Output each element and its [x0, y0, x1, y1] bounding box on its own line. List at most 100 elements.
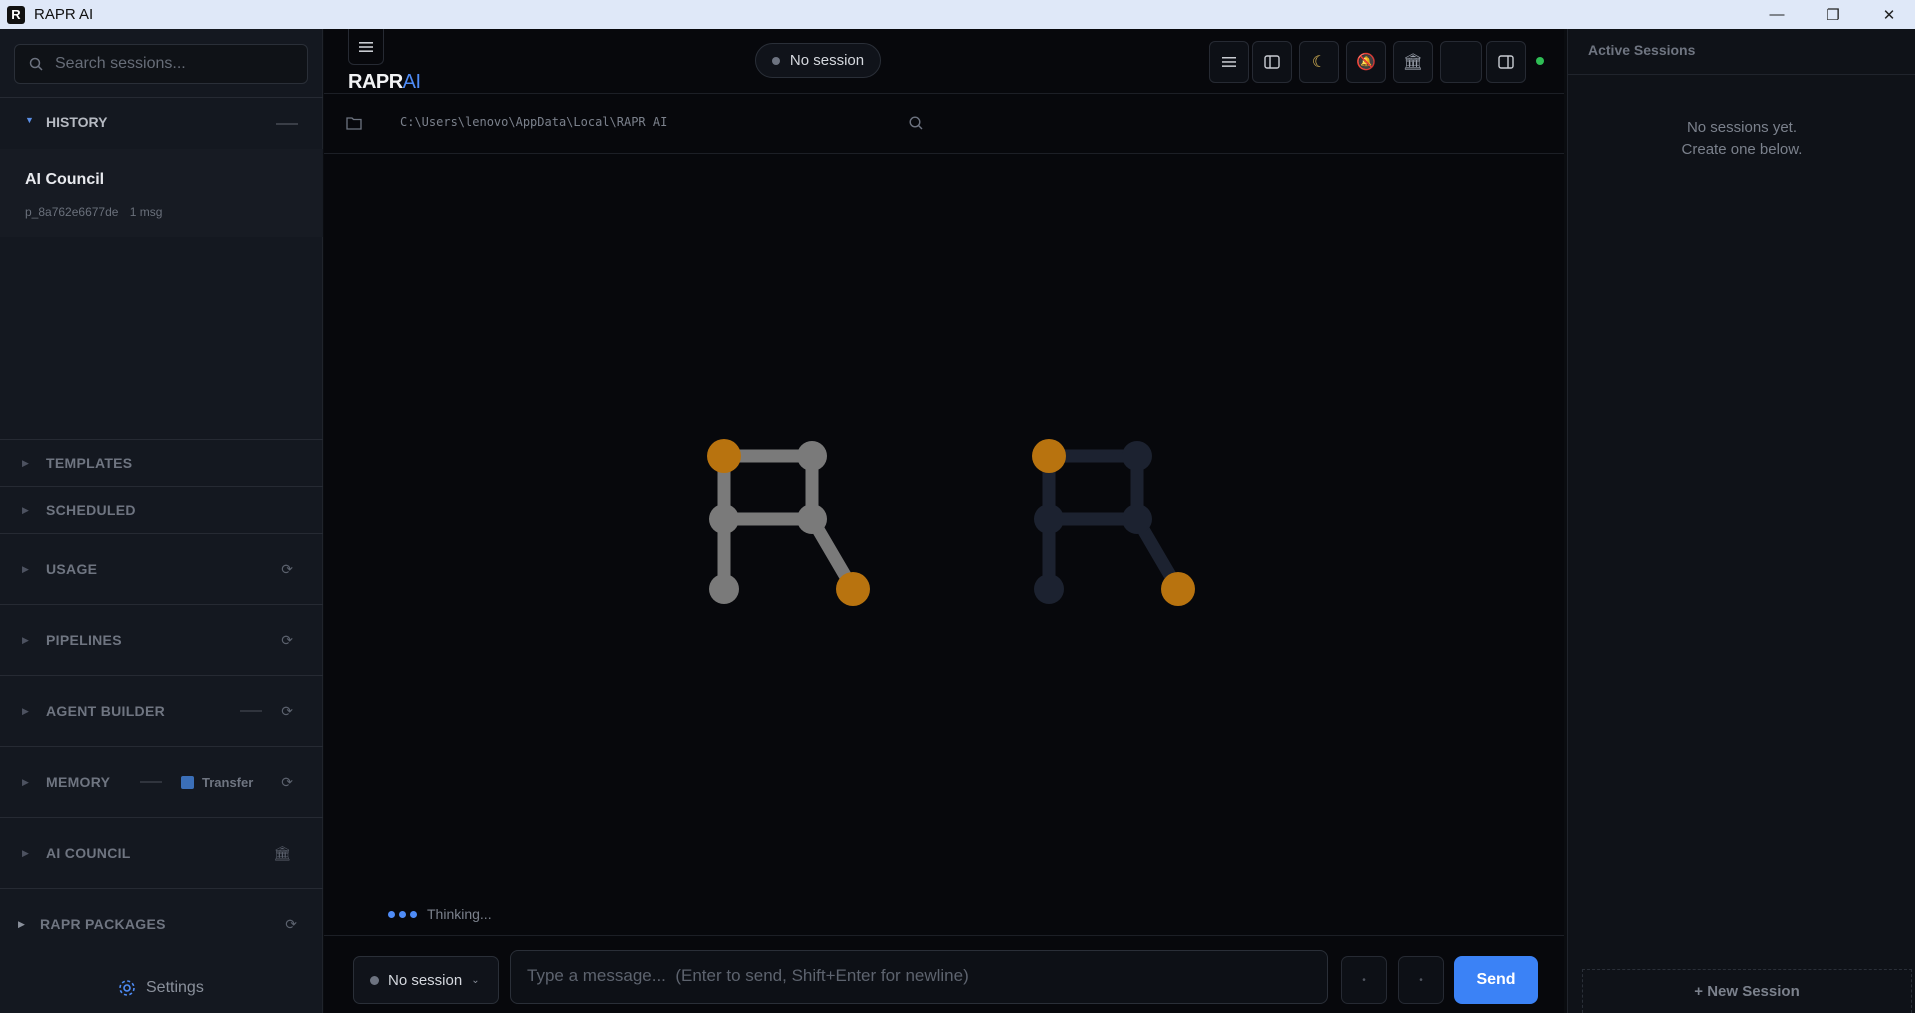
left-panel-toggle-button[interactable] — [1252, 41, 1292, 83]
caret-right-icon: ▶ — [22, 634, 29, 645]
transfer-button[interactable]: Transfer — [181, 775, 253, 790]
section-label: TEMPLATES — [46, 455, 133, 471]
collapse-icon[interactable] — [140, 781, 162, 783]
refresh-icon[interactable]: ⟳ — [281, 774, 293, 791]
message-box[interactable] — [510, 950, 1328, 1004]
logo-graph-dark — [1042, 449, 1185, 596]
window-titlebar: R RAPR AI — ❐ ✕ — [0, 0, 1915, 29]
dot-icon — [410, 910, 417, 918]
refresh-icon[interactable]: ⟳ — [285, 916, 297, 933]
thinking-indicator: Thinking... — [388, 906, 492, 922]
history-item-meta: p_8a762e6677de 1 msg — [25, 205, 162, 219]
message-input[interactable] — [527, 966, 1307, 986]
loading-animation — [324, 155, 1564, 785]
logo-main: RAPR — [348, 71, 403, 93]
history-section-header[interactable]: ▼ HISTORY — [0, 97, 323, 149]
refresh-icon[interactable]: ⟳ — [281, 632, 293, 649]
sidebar: ▼ HISTORY AI Council p_8a762e6677de 1 ms… — [0, 29, 323, 1013]
window-title: RAPR AI — [34, 6, 94, 23]
sidebar-section-templates[interactable]: ▶ TEMPLATES — [0, 439, 323, 486]
attach-button[interactable]: • — [1341, 956, 1387, 1004]
sidebar-section-usage[interactable]: ▶ USAGE ⟳ — [0, 533, 323, 604]
history-label: HISTORY — [46, 114, 108, 130]
sidebar-right-icon — [1498, 55, 1514, 69]
new-session-button[interactable]: + New Session — [1582, 969, 1912, 1013]
dot-icon — [388, 910, 395, 918]
section-label: PIPELINES — [46, 632, 122, 648]
search-box[interactable] — [14, 44, 308, 84]
caret-right-icon: ▶ — [22, 504, 29, 515]
sidebar-section-rapr-packages[interactable]: ▶ RAPR PACKAGES ⟳ — [0, 888, 323, 959]
logo-accent: AI — [402, 71, 421, 93]
working-directory-path[interactable]: C:\Users\lenovo\AppData\Local\RAPR AI — [400, 115, 667, 129]
settings-button[interactable]: Settings — [117, 978, 204, 998]
sidebar-left-icon — [1264, 55, 1280, 69]
section-label: USAGE — [46, 561, 98, 577]
gear-icon — [119, 980, 135, 996]
history-item-name: AI Council — [25, 171, 105, 188]
caret-down-icon: ▼ — [25, 115, 34, 125]
close-button[interactable]: ✕ — [1861, 0, 1915, 29]
folder-icon[interactable] — [346, 116, 362, 130]
bank-icon[interactable]: 🏛 — [273, 845, 291, 862]
logo-graph-gray — [717, 449, 860, 596]
logo-graph-illustration — [707, 439, 1195, 606]
sidebar-section-pipelines[interactable]: ▶ PIPELINES ⟳ — [0, 604, 323, 675]
council-button[interactable]: 🏛 — [1393, 41, 1433, 83]
caret-right-icon: ▶ — [22, 705, 29, 716]
path-bar: C:\Users\lenovo\AppData\Local\RAPR AI — [324, 93, 1564, 154]
orange-node — [1032, 439, 1066, 473]
menu-button[interactable] — [348, 29, 384, 65]
section-label: AI COUNCIL — [46, 845, 131, 861]
session-select-value: No session — [388, 971, 463, 989]
refresh-icon[interactable]: ⟳ — [281, 561, 293, 578]
caret-right-icon: ▶ — [22, 776, 29, 787]
notifications-button[interactable]: 🔕 — [1346, 41, 1386, 83]
thinking-label: Thinking... — [427, 906, 492, 922]
empty-line-1: No sessions yet. — [1686, 119, 1798, 136]
search-icon[interactable] — [908, 115, 924, 131]
sidebar-section-scheduled[interactable]: ▶ SCHEDULED — [0, 486, 323, 533]
history-item[interactable]: AI Council p_8a762e6677de 1 msg — [0, 149, 323, 237]
status-dot-icon — [771, 56, 780, 65]
minimize-button[interactable]: — — [1749, 0, 1805, 29]
refresh-icon[interactable]: ⟳ — [281, 703, 293, 720]
collapse-icon[interactable] — [240, 710, 262, 712]
send-button[interactable]: Send — [1454, 956, 1538, 1004]
small-dot-icon: • — [1362, 974, 1366, 986]
session-status-pill[interactable]: No session — [755, 43, 881, 78]
right-panel-toggle-button[interactable] — [1486, 41, 1526, 83]
bell-off-icon: 🔕 — [1356, 54, 1376, 71]
caret-right-icon: ▶ — [22, 563, 29, 574]
restore-button[interactable]: ❐ — [1805, 0, 1861, 29]
chevron-down-icon: ⌄ — [471, 974, 480, 986]
sidebar-section-memory[interactable]: ▶ MEMORY Transfer ⟳ — [0, 746, 323, 817]
hamburger-icon — [359, 41, 373, 52]
transfer-icon — [181, 775, 194, 789]
orange-node — [707, 439, 741, 473]
sidebar-section-ai-council[interactable]: ▶ AI COUNCIL 🏛 — [0, 817, 323, 888]
blank-toolbar-button[interactable] — [1440, 41, 1482, 83]
search-input[interactable] — [55, 55, 295, 73]
section-label: SCHEDULED — [46, 502, 136, 518]
main-area: RAPRAI No session ☾ 🔕 🏛 C:\Users\lenovo\… — [324, 29, 1564, 1013]
transfer-label: Transfer — [202, 774, 254, 790]
empty-line-2: Create one below. — [1681, 141, 1803, 158]
list-icon — [1222, 57, 1236, 67]
list-view-button[interactable] — [1209, 41, 1249, 83]
active-sessions-panel: Active Sessions No sessions yet. Create … — [1567, 29, 1915, 1013]
history-item-id: p_8a762e6677de — [25, 205, 119, 219]
composer-divider — [324, 935, 1564, 936]
collapse-icon[interactable] — [276, 123, 298, 125]
voice-button[interactable]: • — [1398, 956, 1444, 1004]
dot-icon — [399, 910, 406, 918]
small-dot-icon: • — [1419, 974, 1423, 986]
search-icon — [29, 57, 43, 71]
sidebar-section-agent-builder[interactable]: ▶ AGENT BUILDER ⟳ — [0, 675, 323, 746]
app-logo: RAPRAI — [348, 71, 421, 94]
theme-toggle-button[interactable]: ☾ — [1299, 41, 1339, 83]
session-select[interactable]: No session ⌄ — [353, 956, 499, 1004]
empty-state: No sessions yet. Create one below. — [1568, 117, 1915, 161]
section-label: AGENT BUILDER — [46, 703, 166, 719]
section-label: MEMORY — [46, 774, 111, 790]
